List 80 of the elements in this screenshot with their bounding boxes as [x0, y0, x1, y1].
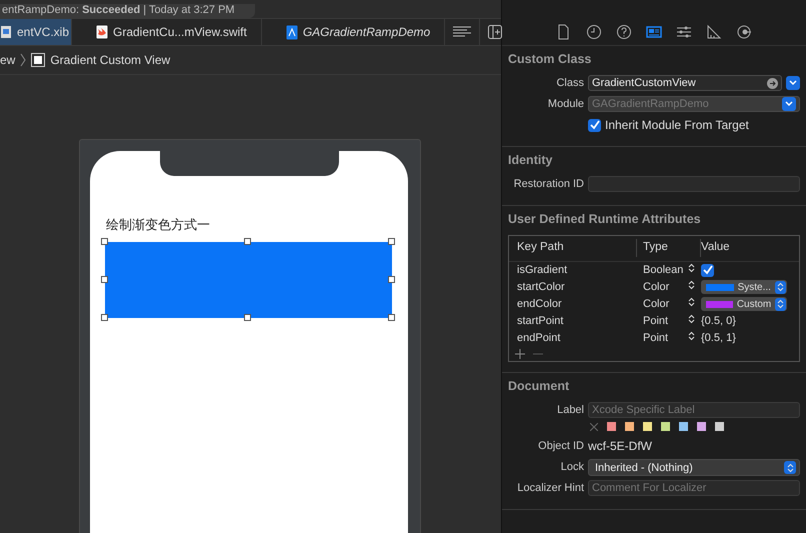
- view-icon: [31, 53, 46, 67]
- label-color-swatch[interactable]: [643, 422, 652, 431]
- value-checkbox[interactable]: [701, 264, 714, 276]
- help-icon[interactable]: [616, 24, 632, 40]
- dropdown-button[interactable]: [782, 96, 796, 111]
- arrow-circle-icon[interactable]: [767, 78, 778, 89]
- breadcrumb-item[interactable]: ew: [0, 51, 16, 69]
- column-header[interactable]: Value: [701, 239, 799, 257]
- connections-icon[interactable]: [736, 24, 752, 40]
- dropdown-button[interactable]: [786, 76, 800, 90]
- chevron-icon: [785, 100, 793, 107]
- restoration-id-field[interactable]: [588, 176, 800, 192]
- clear-icon[interactable]: [590, 422, 598, 430]
- value-cell-text: {0.5, 0}: [701, 314, 736, 329]
- resize-handle[interactable]: [388, 314, 395, 321]
- column-header[interactable]: Type: [637, 239, 701, 257]
- key-path-cell-text: endPoint: [516, 330, 562, 346]
- lock-popup[interactable]: Inherited - (Nothing): [588, 459, 800, 476]
- popup-arrows-icon[interactable]: [784, 461, 796, 474]
- type-cell-text: Color: [643, 280, 670, 295]
- label-color-swatch[interactable]: [679, 422, 688, 431]
- field-label: Class: [555, 76, 584, 91]
- file-icon: [286, 24, 298, 40]
- value-cell-text: {0.5, 1}: [701, 330, 736, 346]
- resize-handle[interactable]: [101, 276, 108, 283]
- resize-handle[interactable]: [388, 276, 395, 283]
- field-label: Module: [546, 96, 584, 112]
- label-field[interactable]: Xcode Specific Label: [588, 402, 800, 418]
- type-cell-text: Color: [643, 296, 670, 312]
- activity-status: entRampDemo: Succeeded | Today at 3:27 PM: [0, 4, 255, 18]
- type-cell-text: Boolean: [643, 262, 684, 278]
- sliders-icon[interactable]: [676, 24, 692, 40]
- file-icon: [0, 25, 12, 39]
- file-tab[interactable]: entVC.xib: [0, 19, 72, 45]
- field-label: Label: [556, 402, 584, 418]
- ruler-icon[interactable]: [706, 24, 722, 40]
- clock-icon[interactable]: [586, 24, 602, 40]
- chevron-icon: [789, 80, 797, 86]
- field-label: Restoration ID: [512, 177, 584, 192]
- color-popup[interactable]: Custom: [701, 297, 787, 311]
- resize-handle[interactable]: [101, 314, 108, 321]
- label-color-swatch[interactable]: [607, 422, 616, 431]
- inherit-checkbox[interactable]: [588, 118, 601, 132]
- file-icon: [96, 25, 108, 39]
- key-path-cell-text: startPoint: [516, 314, 564, 329]
- label-color-swatch[interactable]: [697, 422, 706, 431]
- resize-handle[interactable]: [388, 238, 395, 245]
- column-header[interactable]: Key Path: [509, 239, 637, 257]
- field-label: Object ID: [537, 438, 584, 454]
- resize-handle[interactable]: [244, 314, 251, 321]
- section-title: Identity: [508, 153, 554, 168]
- type-cell-text: Point: [643, 330, 668, 346]
- checkbox-label: Inherit Module From Target: [605, 117, 749, 134]
- breadcrumb-item[interactable]: Gradient Custom View: [50, 51, 170, 69]
- file-tab[interactable]: GradientCu...mView.swift: [72, 19, 262, 45]
- object-id: wcf-5E-DfW: [588, 438, 652, 455]
- key-path-cell-text: endColor: [516, 296, 563, 312]
- field-label: Localizer Hint: [516, 481, 584, 496]
- resize-handle[interactable]: [101, 238, 108, 245]
- section-title: Document: [508, 378, 570, 394]
- popup-arrows-icon[interactable]: [775, 298, 786, 310]
- resize-handle[interactable]: [244, 238, 251, 245]
- label-color-swatch[interactable]: [625, 422, 634, 431]
- class-field[interactable]: GradientCustomView: [588, 75, 782, 92]
- key-path-cell-text: startColor: [516, 280, 566, 295]
- file-tab[interactable]: GAGradientRampDemo: [262, 19, 446, 45]
- label-color-swatch[interactable]: [715, 422, 724, 431]
- add-icon[interactable]: [515, 348, 525, 358]
- color-popup[interactable]: Syste...: [701, 280, 787, 294]
- field-label: Lock: [560, 460, 584, 476]
- section-title: Custom Class: [508, 52, 592, 67]
- localizer-hint-field[interactable]: Comment For Localizer: [588, 480, 800, 496]
- chevron-icon: [20, 53, 26, 67]
- section-title: User Defined Runtime Attributes: [508, 212, 702, 226]
- view-label: 绘制渐变色方式一: [106, 218, 210, 234]
- identity-card-icon[interactable]: [646, 24, 662, 40]
- type-cell-text: Point: [643, 314, 668, 329]
- key-path-cell-text: isGradient: [516, 262, 568, 278]
- label-color-swatch[interactable]: [661, 422, 670, 431]
- popup-arrows-icon[interactable]: [774, 280, 786, 294]
